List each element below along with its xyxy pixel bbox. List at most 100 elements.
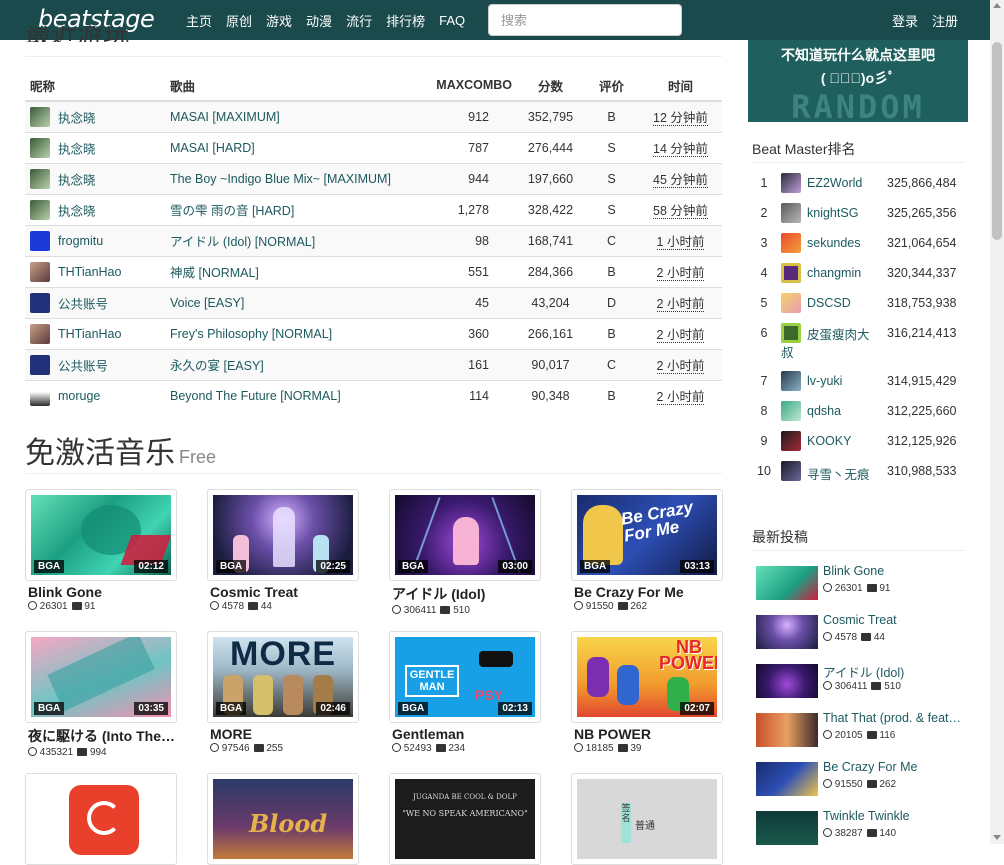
- music-card[interactable]: BGA 02:12 Blink Gone 26301 91: [25, 489, 177, 612]
- song-link[interactable]: 雪の雫 雨の音 [HARD]: [170, 204, 294, 218]
- page-scrollbar[interactable]: [990, 0, 1004, 844]
- player-name-link[interactable]: THTianHao: [58, 265, 121, 279]
- music-thumbnail[interactable]: JUGANDA BE COOL & DOLP "WE NO SPEAK AMER…: [389, 773, 541, 865]
- player-name-link[interactable]: 公共账号: [58, 297, 108, 311]
- song-link[interactable]: MASAI [MAXIMUM]: [170, 110, 280, 124]
- music-title[interactable]: Gentleman: [392, 726, 541, 742]
- player-name-link[interactable]: frogmitu: [58, 234, 103, 248]
- music-card[interactable]: Blood: [207, 773, 359, 865]
- music-thumbnail[interactable]: BGA 02:25: [207, 489, 359, 581]
- song-link[interactable]: Beyond The Future [NORMAL]: [170, 389, 341, 403]
- nav-pop[interactable]: 流行: [346, 11, 372, 30]
- post-thumbnail[interactable]: [756, 713, 818, 747]
- random-song-banner[interactable]: 不知道玩什么就点这里吧 ( ﾟ∀ﾟ)o彡ﾟ RANDOM: [748, 40, 968, 122]
- music-title[interactable]: アイドル (Idol): [392, 584, 541, 604]
- post-title[interactable]: Twinkle Twinkle: [823, 809, 963, 823]
- music-card[interactable]: Be Crazy For Me BGA 03:13 Be Crazy For M…: [571, 489, 723, 612]
- table-row: 公共账号 永久の宴 [EASY] 161 90,017 C 2 小时前: [25, 348, 722, 380]
- ranking-name[interactable]: 寻雪丶无痕: [807, 464, 870, 483]
- post-title[interactable]: Blink Gone: [823, 564, 963, 578]
- music-card[interactable]: NB POWER 02:07 NB POWER 18185 39: [571, 631, 723, 754]
- music-thumbnail[interactable]: GENTLE MAN PSY BGA 02:13: [389, 631, 541, 723]
- register-link[interactable]: 注册: [932, 11, 958, 30]
- song-link[interactable]: MASAI [HARD]: [170, 141, 255, 155]
- post-thumbnail[interactable]: [756, 762, 818, 796]
- nav-ranking[interactable]: 排行榜: [386, 11, 425, 30]
- play-count-icon: [392, 605, 401, 614]
- combo-cell: 1,278: [425, 193, 517, 225]
- nav-anime[interactable]: 动漫: [306, 11, 332, 30]
- grade-cell: B: [584, 317, 639, 349]
- music-thumbnail[interactable]: MORE BGA 02:46: [207, 631, 359, 723]
- music-title[interactable]: Cosmic Treat: [210, 584, 359, 600]
- scrollbar-thumb[interactable]: [992, 42, 1002, 240]
- music-thumbnail[interactable]: 签名 普通: [571, 773, 723, 865]
- player-name-link[interactable]: 执念晓: [58, 142, 96, 156]
- music-title[interactable]: 夜に駆ける (Into The Night): [28, 726, 177, 746]
- ranking-name[interactable]: EZ2World: [807, 176, 862, 190]
- player-name-link[interactable]: 执念晓: [58, 111, 96, 125]
- nav-original[interactable]: 原创: [226, 11, 252, 30]
- ranking-name[interactable]: lv-yuki: [807, 374, 842, 388]
- music-thumbnail[interactable]: BGA 03:35: [25, 631, 177, 723]
- song-link[interactable]: 永久の宴 [EASY]: [170, 359, 264, 373]
- music-card[interactable]: [25, 773, 177, 865]
- post-title[interactable]: Cosmic Treat: [823, 613, 963, 627]
- ranking-name[interactable]: sekundes: [807, 236, 861, 250]
- post-title[interactable]: That That (prod. & feat. SUGA): [823, 711, 963, 725]
- ranking-name[interactable]: knightSG: [807, 206, 858, 220]
- ranking-item[interactable]: 6 皮蛋瘦肉大叔 316,214,413: [756, 323, 966, 362]
- login-link[interactable]: 登录: [892, 11, 918, 30]
- post-title[interactable]: Be Crazy For Me: [823, 760, 963, 774]
- scroll-up-arrow-icon[interactable]: [993, 3, 1001, 8]
- music-title[interactable]: Blink Gone: [28, 584, 177, 600]
- song-cell: Beyond The Future [NORMAL]: [165, 379, 425, 411]
- post-thumbnail[interactable]: [756, 664, 818, 698]
- music-card[interactable]: MORE BGA 02:46 MORE 97546 255: [207, 631, 359, 754]
- avatar: [30, 385, 50, 406]
- post-thumbnail[interactable]: [756, 566, 818, 600]
- nav-faq[interactable]: FAQ: [439, 13, 465, 28]
- music-thumbnail[interactable]: NB POWER 02:07: [571, 631, 723, 723]
- player-name-link[interactable]: 公共账号: [58, 359, 108, 373]
- music-card[interactable]: JUGANDA BE COOL & DOLP "WE NO SPEAK AMER…: [389, 773, 541, 865]
- song-link[interactable]: The Boy ~Indigo Blue Mix~ [MAXIMUM]: [170, 172, 391, 186]
- song-link[interactable]: Frey's Philosophy [NORMAL]: [170, 327, 332, 341]
- ranking-name[interactable]: 皮蛋瘦肉大叔: [781, 326, 881, 362]
- music-thumbnail[interactable]: BGA 02:12: [25, 489, 177, 581]
- music-card[interactable]: BGA 03:35 夜に駆ける (Into The Night) 435321 …: [25, 631, 177, 758]
- post-thumbnail[interactable]: [756, 615, 818, 649]
- player-name-link[interactable]: THTianHao: [58, 327, 121, 341]
- ranking-name[interactable]: qdsha: [807, 404, 841, 418]
- col-nick: 昵称: [25, 70, 165, 102]
- ranking-name[interactable]: changmin: [807, 266, 861, 280]
- score-cell: 266,161: [517, 317, 584, 349]
- player-name-link[interactable]: moruge: [58, 389, 100, 403]
- scroll-down-arrow-icon[interactable]: [993, 835, 1001, 840]
- music-title[interactable]: NB POWER: [574, 726, 723, 742]
- player-name-link[interactable]: 执念晓: [58, 204, 96, 218]
- time-ago: 2 小时前: [656, 266, 705, 281]
- music-card[interactable]: BGA 02:25 Cosmic Treat 4578 44: [207, 489, 359, 612]
- avatar: [30, 354, 50, 375]
- music-thumbnail[interactable]: BGA 03:00: [389, 489, 541, 581]
- song-link[interactable]: アイドル (Idol) [NORMAL]: [170, 235, 315, 249]
- music-title[interactable]: Be Crazy For Me: [574, 584, 723, 600]
- player-name-link[interactable]: 执念晓: [58, 173, 96, 187]
- post-title[interactable]: アイドル (Idol): [823, 662, 963, 681]
- music-title[interactable]: MORE: [210, 726, 359, 742]
- music-thumbnail[interactable]: Be Crazy For Me BGA 03:13: [571, 489, 723, 581]
- music-thumbnail[interactable]: [25, 773, 177, 865]
- music-card[interactable]: 签名 普通: [571, 773, 723, 865]
- post-thumbnail[interactable]: [756, 811, 818, 845]
- ranking-name[interactable]: DSCSD: [807, 296, 851, 310]
- music-card[interactable]: BGA 03:00 アイドル (Idol) 306411 510: [389, 489, 541, 616]
- song-link[interactable]: Voice [EASY]: [170, 296, 244, 310]
- ranking-name[interactable]: KOOKY: [807, 434, 851, 448]
- music-thumbnail[interactable]: Blood: [207, 773, 359, 865]
- song-link[interactable]: 神威 [NORMAL]: [170, 266, 259, 280]
- combo-cell: 45: [425, 286, 517, 318]
- nav-game[interactable]: 游戏: [266, 11, 292, 30]
- search-input[interactable]: [488, 4, 682, 36]
- music-card[interactable]: GENTLE MAN PSY BGA 02:13 Gentleman 52493…: [389, 631, 541, 754]
